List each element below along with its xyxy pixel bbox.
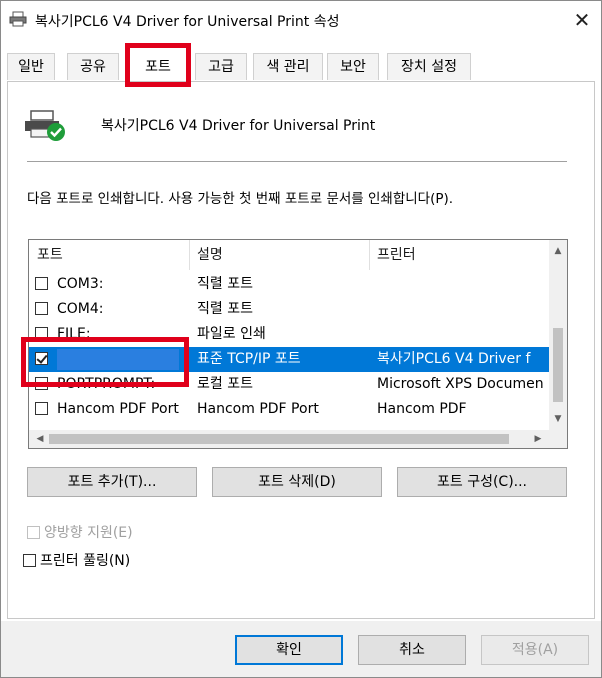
title-bar: 복사기PCL6 V4 Driver for Universal Print 속성… (1, 1, 601, 39)
tab-sharing[interactable]: 공유 (67, 53, 119, 80)
properties-window: 복사기PCL6 V4 Driver for Universal Print 속성… (0, 0, 602, 678)
scroll-left-icon[interactable]: ◀ (31, 430, 49, 448)
port-description: 파일로 인쇄 (197, 326, 266, 342)
port-row[interactable]: COM4: 직렬 포트 (29, 297, 549, 322)
pooling-label: 프린터 풀링(N) (40, 553, 131, 569)
printer-ready-icon (25, 110, 65, 141)
tab-device-settings[interactable]: 장치 설정 (387, 53, 471, 80)
port-name: PORTPROMPT: (57, 376, 156, 392)
vertical-scrollbar[interactable]: ▲ ▼ (549, 240, 567, 430)
port-description: 로컬 포트 (197, 376, 253, 392)
port-description: 표준 TCP/IP 포트 (197, 351, 301, 367)
scrollbar-corner (549, 430, 567, 448)
port-checkbox[interactable] (35, 327, 48, 340)
tab-security[interactable]: 보안 (327, 53, 379, 80)
bidirectional-label: 양방향 지원(E) (44, 525, 133, 541)
bidirectional-checkbox[interactable] (27, 526, 40, 539)
tab-advanced[interactable]: 고급 (195, 53, 247, 80)
port-description: 직렬 포트 (197, 276, 253, 292)
printer-pooling-option[interactable]: 프린터 풀링(N) (23, 550, 130, 570)
column-header-port[interactable]: 포트 (37, 240, 63, 270)
port-row[interactable]: Hancom PDF Port Hancom PDF Port Hancom P… (29, 397, 549, 422)
column-header-printer[interactable]: 프린터 (377, 240, 416, 270)
window-title: 복사기PCL6 V4 Driver for Universal Print 속성 (35, 14, 340, 30)
port-row[interactable]: PORTPROMPT: 로컬 포트 Microsoft XPS Documen (29, 372, 549, 397)
vertical-scroll-thumb[interactable] (553, 328, 563, 402)
printer-name: 복사기PCL6 V4 Driver for Universal Print (101, 118, 376, 134)
pooling-checkbox[interactable] (23, 554, 36, 567)
scroll-right-icon[interactable]: ▶ (529, 430, 547, 448)
delete-port-button[interactable]: 포트 삭제(D) (212, 467, 382, 497)
printer-icon (9, 11, 27, 27)
port-name: FILE: (57, 326, 91, 342)
port-checkbox[interactable] (35, 377, 48, 390)
cancel-button[interactable]: 취소 (358, 635, 466, 665)
horizontal-scroll-thumb[interactable] (49, 434, 509, 444)
dialog-footer: 확인 취소 적용(A) (1, 621, 601, 677)
port-row[interactable]: FILE: 파일로 인쇄 (29, 322, 549, 347)
port-name: COM3: (57, 276, 104, 292)
redacted-port-name (57, 349, 179, 370)
add-port-button[interactable]: 포트 추가(T)... (27, 467, 197, 497)
port-row[interactable]: COM3: 직렬 포트 (29, 272, 549, 297)
scroll-up-icon[interactable]: ▲ (549, 242, 567, 260)
tab-general[interactable]: 일반 (7, 53, 55, 80)
port-list[interactable]: 포트 설명 프린터 COM3: 직렬 포트 COM4: 직렬 포트 FILE: … (28, 239, 568, 449)
port-row-selected[interactable]: 표준 TCP/IP 포트 복사기PCL6 V4 Driver f (29, 347, 549, 372)
scroll-down-icon[interactable]: ▼ (549, 410, 567, 428)
port-printer: 복사기PCL6 V4 Driver f (377, 351, 531, 367)
horizontal-scrollbar[interactable]: ◀ ▶ (29, 430, 549, 448)
tab-color-management[interactable]: 색 관리 (253, 53, 323, 80)
apply-button[interactable]: 적용(A) (481, 635, 589, 665)
port-name: Hancom PDF Port (57, 401, 179, 417)
ok-button[interactable]: 확인 (235, 635, 343, 665)
close-button[interactable]: ✕ (567, 5, 597, 35)
ports-description: 다음 포트로 인쇄합니다. 사용 가능한 첫 번째 포트로 문서를 인쇄합니다(… (27, 191, 454, 207)
port-checkbox[interactable] (35, 402, 48, 415)
port-checkbox[interactable] (35, 277, 48, 290)
bidirectional-support-option[interactable]: 양방향 지원(E) (27, 522, 133, 542)
port-description: 직렬 포트 (197, 301, 253, 317)
port-printer: Hancom PDF (377, 401, 467, 417)
port-printer: Microsoft XPS Documen (377, 376, 544, 392)
tab-ports[interactable]: 포트 (125, 47, 191, 81)
column-divider[interactable] (369, 240, 370, 270)
separator (27, 161, 567, 162)
tab-strip: 일반 공유 포트 고급 색 관리 보안 장치 설정 (7, 47, 595, 81)
column-divider[interactable] (189, 240, 190, 270)
column-header-description[interactable]: 설명 (197, 240, 223, 270)
port-description: Hancom PDF Port (197, 401, 319, 417)
port-checkbox[interactable] (35, 302, 48, 315)
configure-port-button[interactable]: 포트 구성(C)... (397, 467, 567, 497)
port-name: COM4: (57, 301, 104, 317)
port-checkbox-checked[interactable] (35, 352, 48, 365)
